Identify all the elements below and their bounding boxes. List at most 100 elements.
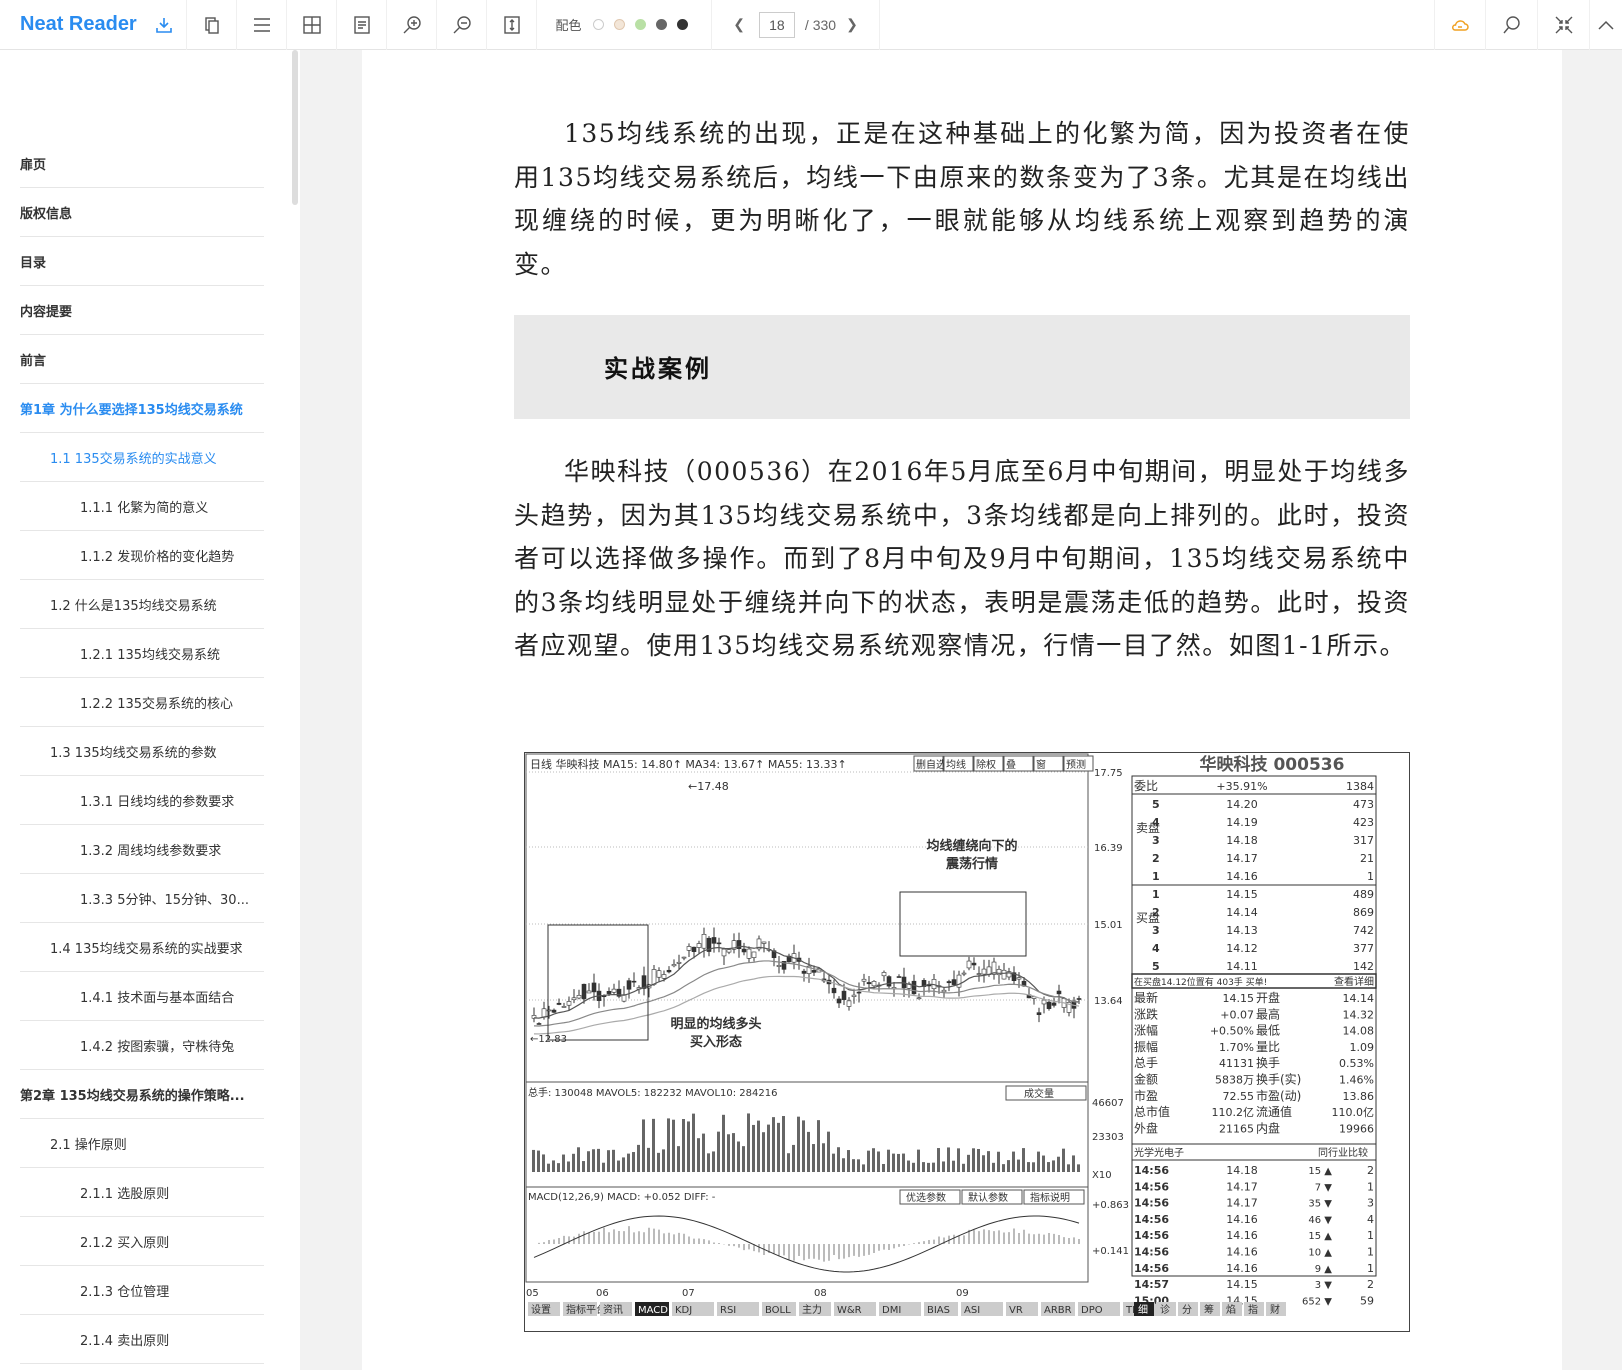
toc-item-label: 前言 [20,353,47,369]
quote-value: 1384 [1346,780,1374,793]
collapse-toolbar-button[interactable] [1590,0,1622,50]
volume-bar [582,1161,585,1172]
toc-item[interactable]: 2.1.5 止盈与止损 [20,1364,264,1370]
volume-bar [897,1153,900,1172]
swatch-dark[interactable] [676,19,688,30]
candle [841,990,847,1000]
volume-bar [1007,1160,1010,1172]
toc-item[interactable]: 1.3.1 日线均线的参数要求 [20,776,264,825]
price-tick: 17.75 [1094,768,1123,779]
volume-bar [937,1148,940,1172]
next-page-icon[interactable]: ❯ [846,16,858,33]
prev-page-icon[interactable]: ❮ [733,16,745,33]
candle [686,946,692,951]
toc-item[interactable]: 版权信息 [20,188,264,237]
volume-bar [882,1163,885,1172]
swatch-beige[interactable] [613,19,625,30]
tick-price: 14.17 [1226,1197,1258,1210]
order-volume: 142 [1353,960,1374,973]
toc-item[interactable]: 1.2 什么是135均线交易系统 [20,580,264,629]
stat-label: 振幅 [1134,1039,1158,1054]
stat-value: 1.09 [1350,1041,1375,1054]
candle [666,969,672,973]
toc-item-label: 2.1.2 买入原则 [80,1235,170,1251]
volume-bar [922,1162,925,1172]
toc-item[interactable]: 1.2.1 135均线交易系统 [20,629,264,678]
toc-item[interactable]: 1.1.2 发现价格的变化趋势 [20,531,264,580]
toc-item[interactable]: 1.3.3 5分钟、15分钟、30... [20,874,264,923]
swatch-gray[interactable] [655,19,667,30]
toc-item[interactable]: 2.1 操作原则 [20,1119,264,1168]
volume-bar [567,1161,570,1172]
page-total: / 330 [804,16,837,33]
order-volume: 317 [1353,834,1374,847]
toc-item-label: 1.3.1 日线均线的参数要求 [80,794,235,810]
toc-item[interactable]: 1.3 135均线交易系统的参数 [20,727,264,776]
cloud-icon [1452,19,1469,31]
sync-button[interactable] [1434,0,1486,50]
volume-bar [557,1163,560,1172]
volume-bar [987,1151,990,1172]
side-tab-label: 筹 [1204,1303,1214,1316]
volume-bar [622,1157,625,1172]
toc-item[interactable]: 1.4.2 按图索骥，守株待兔 [20,1021,264,1070]
toc-item[interactable]: 1.2.2 135交易系统的核心 [20,678,264,727]
toc-item[interactable]: 第2章 135均线交易系统的操作策略... [20,1070,264,1119]
toc-item[interactable]: 目录 [20,237,264,286]
order-volume: 742 [1353,924,1374,937]
download-button[interactable] [142,0,187,50]
order-price: 14.13 [1226,924,1258,937]
toc-item[interactable]: 第1章 为什么要选择135均线交易系统 [20,384,264,433]
toc-item[interactable]: 1.1 135交易系统的实战意义 [20,433,264,482]
toc-item[interactable]: 扉页 [20,139,264,188]
toc-item[interactable]: 1.4 135均线交易系统的实战要求 [20,923,264,972]
swatch-green[interactable] [634,19,646,30]
toc-item-label: 1.3.3 5分钟、15分钟、30... [80,892,249,908]
toc-item[interactable]: 内容提要 [20,286,264,335]
layout-button[interactable] [287,0,337,50]
zoom-in-button[interactable] [387,0,437,50]
toc-item[interactable]: 1.4.1 技术面与基本面结合 [20,972,264,1021]
month-tick: 09 [956,1288,969,1299]
price-tick: 15.01 [1094,920,1123,931]
candle [716,942,722,945]
candle [761,941,767,944]
sidebar-scrollbar[interactable] [292,50,298,205]
search-button[interactable] [1486,0,1538,50]
annotation-text: 买入形态 [690,1034,742,1050]
side-tab-label: 分 [1182,1304,1192,1316]
toc-item[interactable]: 2.1.3 仓位管理 [20,1266,264,1315]
volume-bar [892,1153,895,1172]
fit-height-button[interactable] [487,0,537,50]
candle [916,997,922,1000]
stat-label: 最低 [1256,1024,1280,1038]
quote-title: 华映科技 000536 [1200,754,1345,775]
stat-label: 市盈(动) [1256,1088,1301,1103]
stat-label: 市盈 [1134,1088,1158,1103]
copy-button[interactable] [187,0,237,50]
toc-item[interactable]: 前言 [20,335,264,384]
volume-bar [967,1154,970,1172]
swatch-white[interactable] [592,19,604,30]
toc-item[interactable]: 2.1.1 选股原则 [20,1168,264,1217]
toolbar: Neat Reader 配色 ❮ / 330 ❯ [0,0,1622,50]
candle [691,946,697,952]
grid-icon [302,15,321,34]
toc-item[interactable]: 1.3.2 周线均线参数要求 [20,825,264,874]
zoom-out-button[interactable] [437,0,487,50]
page-input[interactable] [758,11,795,38]
indicator-tab-label: MACD [638,1305,668,1316]
toc-item-label: 1.2.1 135均线交易系统 [80,647,221,663]
chart-header: 日线 华映科技 MA15: 14.80↑ MA34: 13.67↑ MA55: … [530,757,847,771]
volume-bar [617,1160,620,1172]
order-volume: 377 [1353,942,1374,955]
toc-item[interactable]: 2.1.4 卖出原则 [20,1315,264,1364]
volume-bar [592,1149,595,1172]
notes-button[interactable] [337,0,387,50]
stat-label: 量比 [1256,1040,1280,1054]
volume-bar [1067,1164,1070,1172]
toc-item[interactable]: 2.1.2 买入原则 [20,1217,264,1266]
toc-button[interactable] [237,0,287,50]
toc-item[interactable]: 1.1.1 化繁为简的意义 [20,482,264,531]
fullscreen-button[interactable] [1538,0,1590,50]
